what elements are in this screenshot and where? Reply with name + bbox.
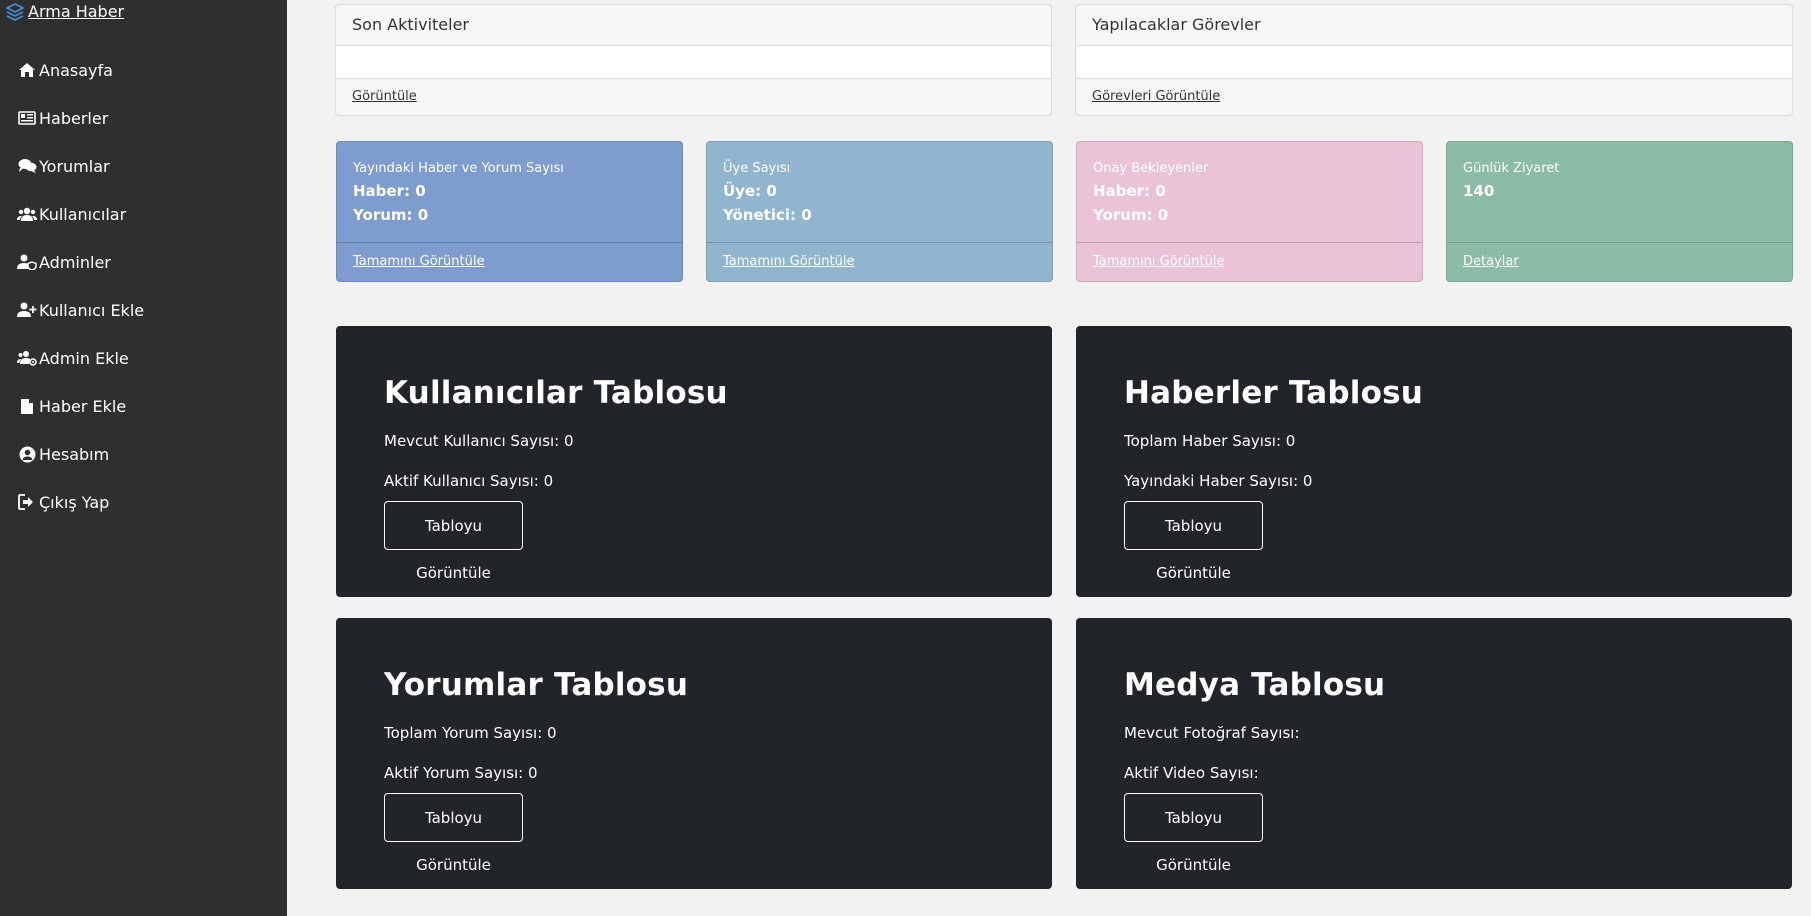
stat-line: Haber: 0 — [1093, 182, 1166, 200]
stat-line: Haber: 0 — [353, 182, 426, 200]
panel-title: Yorumlar Tablosu — [384, 667, 689, 703]
details-link[interactable]: Detaylar — [1463, 254, 1519, 269]
user-shield-icon — [17, 253, 37, 271]
users-icon — [17, 205, 37, 223]
stat-title: Üye Sayısı — [723, 161, 791, 176]
view-table-button[interactable]: Tabloyu Görüntüle — [1124, 501, 1263, 582]
sidebar-item-admin-ekle[interactable]: Admin Ekle — [0, 334, 287, 382]
card-body — [336, 46, 1051, 79]
pending-stat-card: Onay Bekleyenler Haber: 0 Yorum: 0 Tamam… — [1076, 141, 1423, 282]
panel-title: Medya Tablosu — [1124, 667, 1386, 703]
panel-title: Haberler Tablosu — [1124, 375, 1424, 411]
panel-line: Aktif Yorum Sayısı: 0 — [384, 764, 538, 782]
stat-line: Üye: 0 — [723, 182, 777, 200]
stat-line: Yorum: 0 — [353, 206, 429, 224]
sidebar-item-hesabim[interactable]: Hesabım — [0, 430, 287, 478]
daily-visits-stat-card: Günlük Ziyaret 140 Detaylar — [1446, 141, 1793, 282]
user-plus-icon — [17, 301, 37, 319]
brand-label: Arma Haber — [28, 2, 125, 21]
sidebar-item-label: Haberler — [39, 108, 109, 128]
recent-activities-card: Son Aktiviteler Görüntüle — [335, 4, 1052, 116]
comments-icon — [17, 157, 37, 175]
sidebar-item-label: Admin Ekle — [39, 348, 129, 368]
sidebar-item-cikis-yap[interactable]: Çıkış Yap — [0, 478, 287, 526]
comments-table-panel: Yorumlar Tablosu Toplam Yorum Sayısı: 0 … — [336, 618, 1052, 889]
sidebar-item-haberler[interactable]: Haberler — [0, 94, 287, 142]
sidebar-item-anasayfa[interactable]: Anasayfa — [0, 46, 287, 94]
view-table-button[interactable]: Tabloyu Görüntüle — [384, 501, 523, 582]
stat-title: Onay Bekleyenler — [1093, 161, 1209, 176]
users-table-panel: Kullanıcılar Tablosu Mevcut Kullanıcı Sa… — [336, 326, 1052, 597]
home-icon — [17, 61, 37, 79]
sidebar-nav: Anasayfa Haberler Yorumlar Kullanıcılar … — [0, 46, 287, 526]
sidebar-item-label: Adminler — [39, 252, 111, 272]
stat-title: Günlük Ziyaret — [1463, 161, 1560, 176]
sidebar-item-kullanici-ekle[interactable]: Kullanıcı Ekle — [0, 286, 287, 334]
sidebar-item-label: Yorumlar — [39, 156, 110, 176]
sidebar-item-label: Hesabım — [39, 444, 110, 464]
stat-line: Yorum: 0 — [1093, 206, 1169, 224]
stat-line: Yönetici: 0 — [723, 206, 812, 224]
sign-out-icon — [17, 493, 37, 511]
card-title: Yapılacaklar Görevler — [1076, 5, 1792, 46]
brand-link[interactable]: Arma Haber — [5, 2, 125, 21]
newspaper-icon — [17, 109, 37, 127]
members-stat-card: Üye Sayısı Üye: 0 Yönetici: 0 Tamamını G… — [706, 141, 1053, 282]
panel-line: Mevcut Fotoğraf Sayısı: — [1124, 724, 1300, 742]
view-all-link[interactable]: Tamamını Görüntüle — [1093, 254, 1224, 269]
panel-line: Aktif Kullanıcı Sayısı: 0 — [384, 472, 554, 490]
file-icon — [17, 397, 37, 415]
sidebar-item-label: Kullanıcı Ekle — [39, 300, 145, 320]
stat-title: Yayındaki Haber ve Yorum Sayısı — [353, 161, 564, 176]
sidebar-item-label: Anasayfa — [39, 60, 113, 80]
stat-line: 140 — [1463, 182, 1495, 200]
sidebar-item-haber-ekle[interactable]: Haber Ekle — [0, 382, 287, 430]
panel-line: Toplam Yorum Sayısı: 0 — [384, 724, 557, 742]
view-all-link[interactable]: Tamamını Görüntüle — [353, 254, 484, 269]
sidebar-item-label: Haber Ekle — [39, 396, 127, 416]
view-tasks-link[interactable]: Görevleri Görüntüle — [1092, 89, 1220, 104]
layers-icon — [5, 2, 25, 21]
panel-line: Toplam Haber Sayısı: 0 — [1124, 432, 1296, 450]
user-circle-icon — [17, 445, 37, 463]
view-table-button[interactable]: Tabloyu Görüntüle — [384, 793, 523, 874]
panel-line: Mevcut Kullanıcı Sayısı: 0 — [384, 432, 574, 450]
sidebar-item-yorumlar[interactable]: Yorumlar — [0, 142, 287, 190]
sidebar-item-kullanicilar[interactable]: Kullanıcılar — [0, 190, 287, 238]
panel-line: Aktif Video Sayısı: — [1124, 764, 1259, 782]
view-table-button[interactable]: Tabloyu Görüntüle — [1124, 793, 1263, 874]
view-activities-link[interactable]: Görüntüle — [352, 89, 417, 104]
card-title: Son Aktiviteler — [336, 5, 1051, 46]
panel-line: Yayındaki Haber Sayısı: 0 — [1124, 472, 1313, 490]
view-all-link[interactable]: Tamamını Görüntüle — [723, 254, 854, 269]
media-table-panel: Medya Tablosu Mevcut Fotoğraf Sayısı: Ak… — [1076, 618, 1792, 889]
panel-title: Kullanıcılar Tablosu — [384, 375, 728, 411]
card-body — [1076, 46, 1792, 79]
card-footer: Görevleri Görüntüle — [1076, 79, 1792, 115]
published-stat-card: Yayındaki Haber ve Yorum Sayısı Haber: 0… — [336, 141, 683, 282]
news-table-panel: Haberler Tablosu Toplam Haber Sayısı: 0 … — [1076, 326, 1792, 597]
todo-tasks-card: Yapılacaklar Görevler Görevleri Görüntül… — [1075, 4, 1793, 116]
sidebar-item-label: Çıkış Yap — [39, 492, 110, 512]
users-cog-icon — [17, 349, 37, 367]
card-footer: Görüntüle — [336, 79, 1051, 115]
sidebar: Arma Haber Anasayfa Haberler Yorumlar Ku… — [0, 0, 287, 916]
sidebar-item-adminler[interactable]: Adminler — [0, 238, 287, 286]
sidebar-item-label: Kullanıcılar — [39, 204, 127, 224]
